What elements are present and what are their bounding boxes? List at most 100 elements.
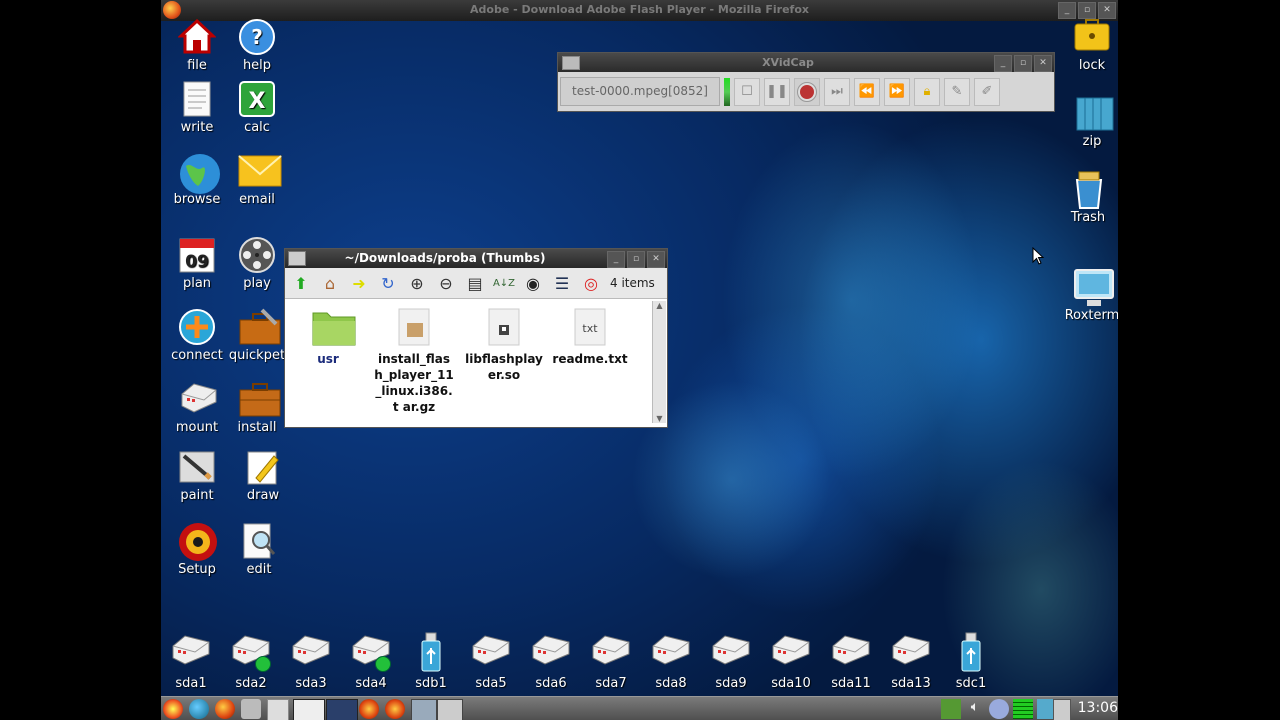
lifebuoy-icon[interactable]: ◎: [579, 271, 603, 295]
eye-icon[interactable]: ◉: [521, 271, 545, 295]
desktop-icon-connect[interactable]: connect: [165, 308, 229, 363]
desktop-icon-lock[interactable]: lock: [1060, 18, 1118, 73]
refresh-icon[interactable]: ↻: [376, 271, 400, 295]
desktop-icon-label: calc: [244, 120, 270, 135]
up-arrow-icon[interactable]: ⬆: [289, 271, 313, 295]
file-manager-task-icon[interactable]: [437, 699, 463, 720]
drive-sdb1[interactable]: sdb1: [403, 632, 459, 691]
globe-icon[interactable]: [189, 699, 209, 719]
drive-sda10[interactable]: sda10: [763, 632, 819, 691]
minimize-button[interactable]: _: [1058, 2, 1076, 19]
close-button[interactable]: ✕: [1034, 55, 1052, 72]
desktop-icon-roxterm[interactable]: Roxterm: [1060, 268, 1118, 323]
pause-button[interactable]: ❚❚: [764, 77, 790, 106]
xvidcap-title-bar[interactable]: XVidCap _ ▫ ✕: [558, 53, 1054, 72]
desktop-icon-calc[interactable]: Xcalc: [225, 80, 289, 135]
desktop-icon-label: mount: [175, 420, 219, 435]
xvidcap-task-icon[interactable]: [411, 699, 437, 720]
drive-sda3[interactable]: sda3: [283, 632, 339, 691]
vertical-scrollbar[interactable]: ▲ ▼: [652, 301, 666, 423]
file-item[interactable]: txt readme.txt: [547, 301, 633, 367]
drive-sdc1[interactable]: sdc1: [943, 632, 999, 691]
hard-drive-icon: [289, 632, 333, 672]
drive-sda4[interactable]: sda4: [343, 632, 399, 691]
file-manager-title-bar[interactable]: ~/Downloads/proba (Thumbs) _ ▫ ✕: [285, 249, 667, 268]
desktop-icon-zip[interactable]: zip: [1060, 94, 1118, 149]
fast-forward-button[interactable]: ⏩: [884, 77, 910, 106]
volume-icon[interactable]: 🔈︎: [965, 699, 985, 719]
desktop-icon-plan[interactable]: 09 plan: [165, 236, 229, 291]
scroll-down-icon[interactable]: ▼: [653, 414, 666, 423]
envelope-icon: [238, 152, 282, 190]
desktop-icon-browse[interactable]: browse: [165, 152, 229, 207]
desktop-icon-file[interactable]: file: [165, 18, 229, 73]
firefox-task-icon[interactable]: [385, 699, 405, 719]
window-button-active[interactable]: [293, 699, 325, 720]
drive-sda8[interactable]: sda8: [643, 632, 699, 691]
record-button[interactable]: [794, 77, 820, 106]
desktop-icon-play[interactable]: play: [225, 236, 289, 291]
minimize-button[interactable]: _: [607, 251, 625, 268]
desktop-icon-setup[interactable]: Setup: [165, 522, 229, 577]
drive-sda9[interactable]: sda9: [703, 632, 759, 691]
list-view-icon[interactable]: ☰: [550, 271, 574, 295]
window-button[interactable]: [326, 699, 358, 720]
drive-sda2[interactable]: sda2: [223, 632, 279, 691]
home-icon[interactable]: ⌂: [318, 271, 342, 295]
desktop-icon-install[interactable]: install: [225, 380, 289, 435]
sort-icon[interactable]: A↓Z: [492, 271, 516, 295]
desktop-icon-email[interactable]: email: [225, 152, 289, 207]
drive-sda13[interactable]: sda13: [883, 632, 939, 691]
drive-sda5[interactable]: sda5: [463, 632, 519, 691]
stop-button[interactable]: ☐: [734, 77, 760, 106]
file-item[interactable]: install_flas h_player_11 _linux.i386.t a…: [371, 301, 457, 415]
calendar-tray-icon[interactable]: [1053, 699, 1071, 720]
start-menu-icon[interactable]: [163, 699, 183, 719]
close-button[interactable]: ✕: [1098, 2, 1116, 19]
lock-button[interactable]: 🔒︎: [914, 77, 940, 106]
text-editor-icon[interactable]: [267, 699, 289, 720]
details-view-icon[interactable]: ▤: [463, 271, 487, 295]
picker-button[interactable]: ✎: [944, 77, 970, 106]
drive-sda11[interactable]: sda11: [823, 632, 879, 691]
desktop-icon-trash[interactable]: Trash: [1056, 170, 1118, 225]
maximize-button[interactable]: ▫: [627, 251, 645, 268]
clock[interactable]: 13:06: [1078, 700, 1118, 716]
zoom-in-icon[interactable]: ⊕: [405, 271, 429, 295]
terminal-icon: [1073, 268, 1114, 306]
zoom-out-icon[interactable]: ⊖: [434, 271, 458, 295]
drive-sda7[interactable]: sda7: [583, 632, 639, 691]
minimize-button[interactable]: _: [994, 55, 1012, 72]
desktop-icon-paint[interactable]: paint: [165, 448, 229, 503]
desktop-icon-help[interactable]: ? help: [225, 18, 289, 73]
step-forward-button[interactable]: ⏭: [824, 77, 850, 106]
drive-sda6[interactable]: sda6: [523, 632, 579, 691]
mounted-indicator-icon: [255, 656, 271, 672]
file-item[interactable]: usr: [285, 301, 371, 367]
network-icon[interactable]: [989, 699, 1009, 719]
drive-sda1[interactable]: sda1: [163, 632, 219, 691]
maximize-button[interactable]: ▫: [1078, 2, 1096, 19]
file-manager-window[interactable]: ~/Downloads/proba (Thumbs) _ ▫ ✕ ⬆ ⌂ ➜ ↻…: [284, 248, 668, 428]
browser-title-bar[interactable]: Adobe - Download Adobe Flash Player - Mo…: [161, 0, 1118, 21]
firefox-task-icon[interactable]: [359, 699, 379, 719]
desktop: Adobe - Download Adobe Flash Player - Mo…: [161, 0, 1118, 720]
file-item[interactable]: libflashplay er.so: [461, 301, 547, 383]
goto-icon[interactable]: ➜: [347, 271, 371, 295]
scroll-up-icon[interactable]: ▲: [653, 301, 666, 310]
user-icon[interactable]: [241, 699, 261, 719]
edit-button[interactable]: ✐: [974, 77, 1000, 106]
xvidcap-window[interactable]: XVidCap _ ▫ ✕ test-0000.mpeg[0852] ☐ ❚❚ …: [557, 52, 1055, 112]
desktop-icon-quickpet[interactable]: quickpet: [225, 308, 289, 363]
desktop-icon-mount[interactable]: mount: [165, 380, 229, 435]
capture-filename[interactable]: test-0000.mpeg[0852]: [560, 77, 720, 106]
close-button[interactable]: ✕: [647, 251, 665, 268]
desktop-icon-draw[interactable]: draw: [231, 448, 295, 503]
drive-label: sda13: [891, 676, 931, 691]
tray-update-icon[interactable]: [941, 699, 961, 719]
maximize-button[interactable]: ▫: [1014, 55, 1032, 72]
rewind-button[interactable]: ⏪: [854, 77, 880, 106]
desktop-icon-edit[interactable]: edit: [227, 522, 291, 577]
desktop-icon-write[interactable]: write: [165, 80, 229, 135]
firefox-icon[interactable]: [215, 699, 235, 719]
